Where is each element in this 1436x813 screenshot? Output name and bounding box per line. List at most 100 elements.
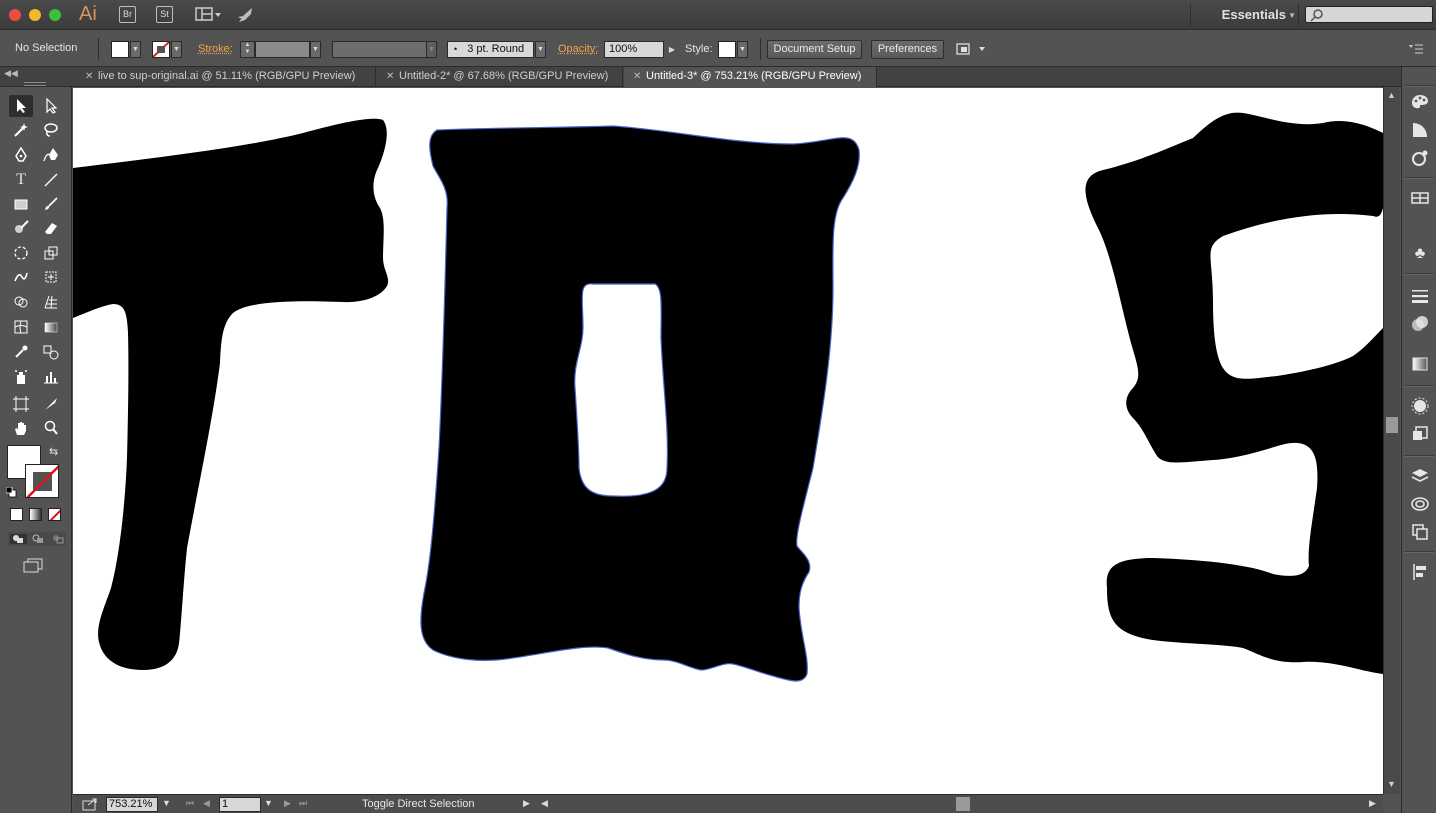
tab-live-to-sup-original[interactable]: ✕ live to sup-original.ai @ 51.11% (RGB/…: [76, 67, 376, 87]
mesh-tool[interactable]: [9, 316, 33, 338]
line-segment-tool[interactable]: [39, 169, 63, 191]
status-menu-icon[interactable]: ▶: [523, 798, 530, 809]
magic-wand-tool[interactable]: [9, 119, 33, 141]
scroll-left-icon[interactable]: ◀: [541, 798, 548, 809]
scale-tool[interactable]: [39, 242, 63, 264]
brush-dropdown[interactable]: ▼: [535, 41, 546, 58]
search-input[interactable]: [1305, 6, 1433, 23]
stroke-weight-stepper[interactable]: ▲ ▼: [240, 41, 255, 58]
fill-swatch[interactable]: [111, 41, 129, 58]
tab-untitled-2[interactable]: ✕ Untitled-2* @ 67.68% (RGB/GPU Preview): [377, 67, 623, 87]
brush-definition[interactable]: • 3 pt. Round: [447, 41, 534, 58]
stroke-swatch[interactable]: [152, 41, 170, 58]
vertical-scrollbar[interactable]: ▲ ▼: [1383, 87, 1400, 794]
eraser-tool[interactable]: [39, 217, 63, 239]
hand-tool[interactable]: [9, 417, 33, 439]
previous-artboard-icon[interactable]: ◀: [203, 798, 210, 809]
warp-tool[interactable]: [9, 266, 33, 288]
last-artboard-icon[interactable]: ⏭: [299, 798, 307, 809]
tool-status-text[interactable]: Toggle Direct Selection: [362, 798, 475, 810]
stroke-color-dropdown[interactable]: ▼: [171, 41, 182, 58]
selection-tool[interactable]: [9, 95, 33, 117]
appearance-panel-icon[interactable]: [1411, 397, 1429, 415]
bridge-button[interactable]: Br: [119, 6, 136, 23]
direct-selection-tool[interactable]: [39, 95, 63, 117]
tab-untitled-3[interactable]: ✕ Untitled-3* @ 753.21% (RGB/GPU Preview…: [624, 67, 877, 87]
close-icon[interactable]: ✕: [386, 67, 394, 86]
close-window-button[interactable]: [9, 9, 21, 21]
symbol-sprayer-tool[interactable]: [9, 366, 33, 388]
share-icon[interactable]: [82, 797, 98, 811]
graphic-styles-panel-icon[interactable]: [1411, 425, 1429, 443]
artboard-tool[interactable]: [9, 393, 33, 415]
arrange-menu-button[interactable]: [955, 41, 987, 58]
rectangle-tool[interactable]: [9, 193, 33, 215]
stroke-weight-dropdown[interactable]: ▼: [310, 41, 321, 58]
variable-width-profile[interactable]: [332, 41, 427, 58]
panel-grip[interactable]: [1405, 85, 1434, 87]
opacity-slider-toggle[interactable]: ▶: [665, 41, 679, 58]
scroll-up-icon[interactable]: ▲: [1387, 90, 1396, 100]
none-mode-button[interactable]: [48, 508, 61, 521]
shaper-tool[interactable]: [9, 217, 33, 239]
align-panel-icon[interactable]: [1411, 563, 1429, 581]
artboards-panel-icon[interactable]: [1411, 523, 1429, 541]
minimize-window-button[interactable]: [29, 9, 41, 21]
stroke-panel-icon[interactable]: [1411, 287, 1429, 305]
close-icon[interactable]: ✕: [633, 67, 641, 86]
color-guide-panel-icon[interactable]: [1411, 121, 1429, 139]
artboard-number-field[interactable]: 1: [219, 797, 261, 812]
column-graph-tool[interactable]: [39, 366, 63, 388]
variable-width-dropdown[interactable]: ▼: [426, 41, 437, 58]
gradient-mode-button[interactable]: [29, 508, 42, 521]
document-setup-button[interactable]: Document Setup: [767, 40, 862, 59]
curvature-tool[interactable]: [39, 144, 63, 166]
change-screen-mode-button[interactable]: [22, 557, 46, 573]
libraries-panel-icon[interactable]: [1411, 495, 1429, 513]
scroll-down-icon[interactable]: ▼: [1387, 779, 1396, 789]
stroke-weight-field[interactable]: [255, 41, 310, 58]
color-themes-panel-icon[interactable]: [1411, 149, 1429, 167]
color-mode-button[interactable]: [10, 508, 23, 521]
collapse-toolbar-icon[interactable]: ◀◀: [4, 68, 18, 79]
stroke-color-box[interactable]: [25, 464, 59, 498]
horizontal-scroll-thumb[interactable]: [956, 797, 970, 811]
close-icon[interactable]: ✕: [85, 67, 93, 86]
stroke-label[interactable]: Stroke:: [198, 43, 233, 55]
zoom-tool[interactable]: [39, 417, 63, 439]
zoom-window-button[interactable]: [49, 9, 61, 21]
zoom-level-field[interactable]: 753.21%: [106, 797, 158, 812]
free-transform-tool[interactable]: [39, 266, 63, 288]
swap-fill-stroke-icon[interactable]: ⇆: [49, 445, 58, 458]
graphic-style-swatch[interactable]: [718, 41, 736, 58]
gpu-performance-button[interactable]: [236, 5, 256, 25]
gradient-panel-icon[interactable]: [1411, 355, 1429, 373]
gradient-tool[interactable]: [39, 316, 63, 338]
next-artboard-icon[interactable]: ▶: [284, 798, 291, 809]
fill-dropdown[interactable]: ▼: [130, 41, 141, 58]
scroll-right-icon[interactable]: ▶: [1369, 798, 1376, 809]
vertical-scroll-thumb[interactable]: [1386, 417, 1398, 433]
type-tool[interactable]: T: [9, 169, 33, 191]
graphic-style-dropdown[interactable]: ▼: [737, 41, 748, 58]
default-fill-stroke-icon[interactable]: [6, 485, 17, 496]
shape-builder-tool[interactable]: [9, 291, 33, 313]
blend-tool[interactable]: [39, 341, 63, 363]
zoom-dropdown-icon[interactable]: ▼: [162, 798, 171, 808]
rotate-tool[interactable]: [9, 242, 33, 264]
opacity-label[interactable]: Opacity:: [558, 43, 598, 55]
first-artboard-icon[interactable]: ⏮: [186, 798, 194, 809]
preferences-button[interactable]: Preferences: [871, 40, 944, 59]
color-panel-icon[interactable]: [1411, 93, 1429, 111]
artboard-canvas[interactable]: [73, 88, 1383, 794]
arrange-documents-button[interactable]: [195, 6, 223, 23]
pen-tool[interactable]: [9, 144, 33, 166]
stock-button[interactable]: St: [156, 6, 173, 23]
paintbrush-tool[interactable]: [39, 193, 63, 215]
artboard-dropdown-icon[interactable]: ▼: [264, 798, 273, 808]
panel-grip[interactable]: [24, 82, 46, 86]
perspective-grid-tool[interactable]: [39, 291, 63, 313]
symbols-panel-icon[interactable]: ♣: [1411, 245, 1429, 263]
eyedropper-tool[interactable]: [9, 341, 33, 363]
control-panel-menu[interactable]: [1408, 42, 1424, 56]
